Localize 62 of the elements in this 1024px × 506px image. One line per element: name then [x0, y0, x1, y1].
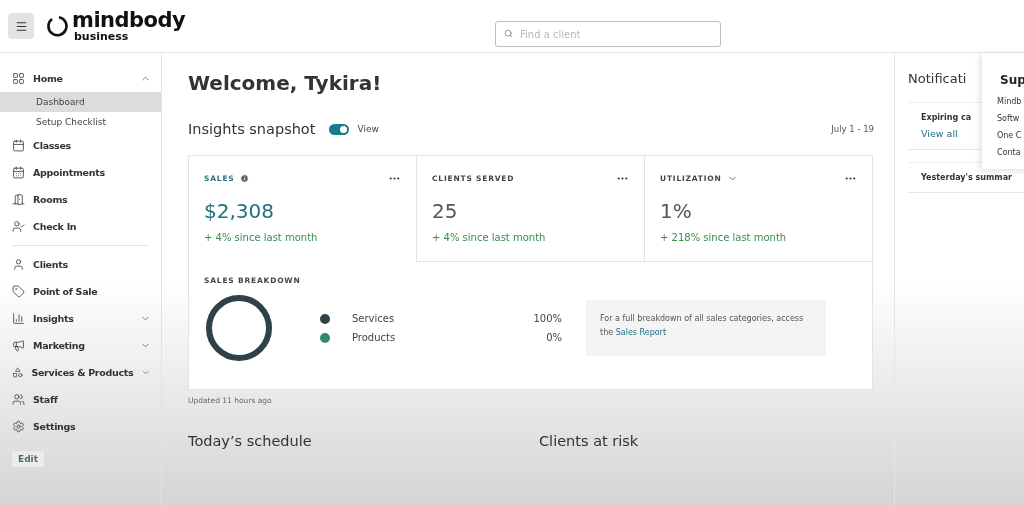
edit-button[interactable]: Edit	[12, 450, 44, 467]
metric-change: + 4% since last month	[432, 232, 547, 243]
nav-item[interactable]: Settings	[0, 413, 161, 440]
legend-value: 100%	[533, 313, 562, 324]
nav-item[interactable]: Classes	[0, 132, 161, 159]
legend-value: 0%	[546, 332, 562, 343]
metric-value: 1%	[660, 199, 693, 223]
grid-icon	[12, 72, 25, 85]
section-heading: Today’s schedule	[188, 433, 313, 449]
date-range: July 1 - 19	[831, 124, 874, 134]
settings-icon	[12, 420, 25, 433]
tag-icon	[12, 285, 25, 298]
donut-ring	[204, 293, 274, 363]
menu-button[interactable]	[8, 13, 34, 39]
search-field[interactable]: Find a client	[495, 21, 721, 47]
notifications-heading: Notificati	[908, 71, 967, 86]
nav-subitem[interactable]: Setup Checklist	[0, 112, 161, 132]
sales-report-link[interactable]: Sales Report	[615, 327, 667, 337]
toggle-label: View	[357, 124, 379, 134]
metric-value: 25	[432, 199, 459, 223]
door-icon	[12, 193, 25, 206]
users-icon	[12, 393, 25, 406]
popover-link[interactable]: Mindb	[997, 97, 1022, 106]
megaphone-icon	[12, 339, 25, 352]
info-icon	[239, 174, 249, 183]
section-heading: Clients at risk	[539, 433, 640, 449]
logo-subtitle: business	[74, 31, 129, 42]
shapes-icon	[12, 366, 24, 379]
nav-item[interactable]: Point of Sale	[0, 278, 161, 305]
calendar-icon	[12, 166, 25, 179]
nav-subitem[interactable]: Dashboard	[0, 92, 161, 112]
info-note: For a full breakdown of all sales categories, access the Sales Report	[586, 300, 826, 356]
nav-item[interactable]: Staff	[0, 386, 161, 413]
notification-title: Expiring ca	[921, 113, 972, 122]
logo-name: mindbody	[72, 10, 186, 31]
menu-icon	[14, 19, 28, 33]
notification-title: Yesterday's summar	[921, 173, 1012, 182]
nav-item[interactable]: Rooms	[0, 186, 161, 213]
nav-item[interactable]: Check In	[0, 213, 161, 240]
nav-item[interactable]: Services & Products	[0, 359, 161, 386]
metric-change: + 218% since last month	[660, 232, 788, 243]
legend-label: Services	[352, 313, 396, 324]
metric-change: + 4% since last month	[204, 232, 319, 243]
welcome-heading: Welcome, Tykira!	[188, 71, 383, 95]
nav-item[interactable]: Marketing	[0, 332, 161, 359]
nav-item[interactable]: Clients	[0, 251, 161, 278]
section-heading: Insights snapshot	[188, 121, 316, 137]
user-check-icon	[12, 220, 25, 233]
popover-link[interactable]: Softw	[997, 114, 1020, 123]
search-icon	[504, 29, 513, 38]
view-toggle[interactable]	[329, 123, 350, 135]
nav-item[interactable]: Insights	[0, 305, 161, 332]
bar-chart-icon	[12, 312, 25, 325]
logo-icon	[46, 15, 68, 37]
nav-item[interactable]: Appointments	[0, 159, 161, 186]
legend-label: Products	[352, 332, 397, 343]
metric-value: $2,308	[204, 199, 275, 223]
calendar-icon	[12, 139, 25, 152]
popover-link[interactable]: Conta	[997, 148, 1021, 157]
nav-item[interactable]: Home	[0, 65, 161, 92]
user-icon	[12, 258, 25, 271]
popover-link[interactable]: One C	[997, 131, 1022, 140]
